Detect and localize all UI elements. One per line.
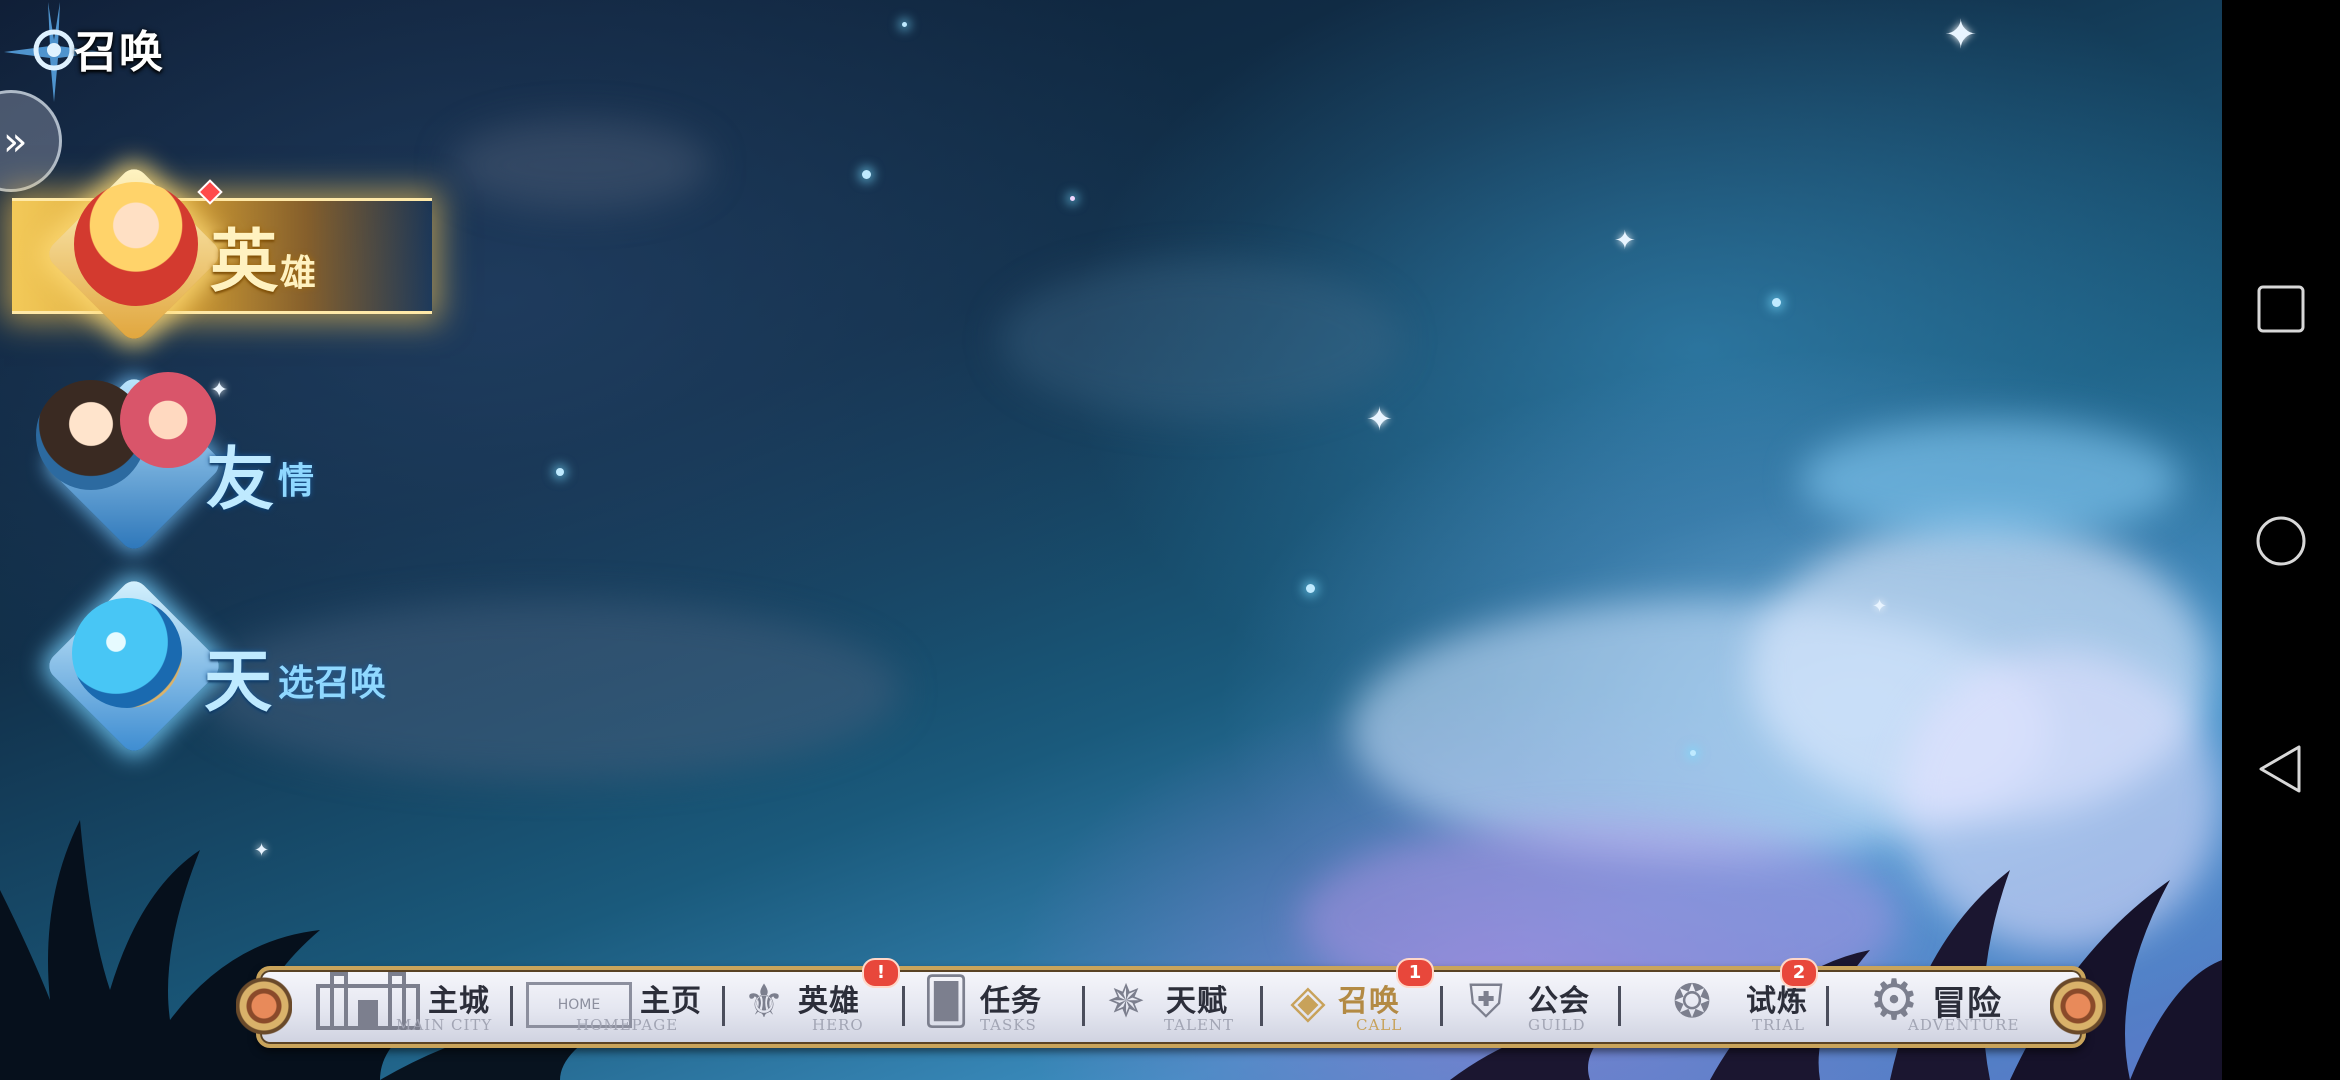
orb-portrait — [72, 598, 182, 708]
nav-label: 天赋 — [1166, 984, 1228, 1019]
nav-sublabel: TASKS — [980, 1016, 1037, 1034]
trial-crest-icon: ❂ — [1672, 974, 1712, 1028]
page-title: 召唤 — [74, 27, 164, 78]
summon-label-big: 友 — [206, 440, 275, 520]
nav-talent[interactable]: ✵ 天赋 TALENT — [1098, 958, 1258, 1054]
hero-portrait — [74, 182, 198, 306]
recent-apps-square-icon[interactable] — [2254, 282, 2308, 336]
nav-separator — [1618, 986, 1621, 1026]
nav-separator — [902, 986, 905, 1026]
nav-sublabel: HERO — [812, 1016, 864, 1034]
cloud — [1000, 260, 1400, 420]
nav-sublabel: MAIN CITY — [396, 1016, 493, 1034]
sparkle-icon: ✦ — [1872, 596, 1888, 617]
cloud — [1800, 420, 2180, 540]
notification-badge: ! — [862, 958, 900, 988]
summon-label-small: 选召唤 — [278, 662, 387, 704]
game-scene: ✦ ✦ ✦ ✦ ✦ ✦ — [0, 0, 2222, 1080]
nav-label: 主页 — [640, 984, 702, 1019]
nav-label: 公会 — [1528, 984, 1590, 1019]
right-ornament-icon — [2050, 968, 2106, 1044]
double-chevron-right-icon: » — [3, 119, 28, 165]
cards-icon: 🂠 — [922, 974, 970, 1028]
talent-star-icon: ✵ — [1106, 974, 1146, 1028]
star — [1306, 584, 1315, 593]
nav-guild[interactable]: ⛨ 公会 GUILD — [1458, 958, 1618, 1054]
nav-sublabel: CALL — [1356, 1016, 1403, 1034]
nav-sublabel: TALENT — [1164, 1016, 1235, 1034]
sparkle-icon: ✦ — [1614, 226, 1636, 256]
star — [902, 22, 907, 27]
nav-sublabel: ADVENTURE — [1908, 1016, 2020, 1034]
summon-label-big: 天 — [204, 642, 273, 722]
sparkle-icon: ✦ — [1366, 400, 1393, 438]
system-navigation-bar — [2222, 0, 2340, 1080]
call-diamond-icon: ◈ — [1290, 974, 1326, 1028]
nav-call[interactable]: ◈ 召唤 CALL 1 — [1280, 958, 1440, 1054]
star — [556, 468, 564, 476]
nav-adventure[interactable]: ⚙ 冒险 ADVENTURE — [1856, 958, 2046, 1054]
nav-separator — [722, 986, 725, 1026]
nav-label: 任务 — [980, 984, 1042, 1019]
nav-main-city[interactable]: 主城 MAIN CITY — [312, 958, 502, 1054]
nav-separator — [1082, 986, 1085, 1026]
sparkle-icon: ✦ — [210, 378, 229, 403]
nav-label: 英雄 — [798, 984, 860, 1019]
sparkle-icon: ✦ — [1944, 12, 1978, 58]
hero-emblem-icon: ⚜ — [743, 974, 785, 1028]
nav-separator — [1826, 986, 1829, 1026]
nav-separator — [510, 986, 513, 1026]
star — [862, 170, 871, 179]
home-circle-icon[interactable] — [2254, 514, 2308, 568]
nav-label: 召唤 — [1338, 984, 1400, 1019]
nav-hero[interactable]: ⚜ 英雄 HERO ! — [736, 958, 900, 1054]
nav-trial[interactable]: ❂ 试炼 TRIAL 2 — [1652, 958, 1832, 1054]
notification-badge: 2 — [1780, 958, 1818, 988]
star — [1070, 196, 1075, 201]
bottom-navigation: 主城 MAIN CITY HOME 主页 HOMEPAGE ⚜ 英雄 HERO … — [236, 958, 2106, 1054]
nav-tasks[interactable]: 🂠 任务 TASKS — [918, 958, 1078, 1054]
summon-label-small: 情 — [278, 460, 315, 502]
nav-homepage[interactable]: HOME 主页 HOMEPAGE — [526, 958, 716, 1054]
left-ornament-icon — [236, 968, 292, 1044]
cloud — [450, 120, 710, 210]
star — [1772, 298, 1781, 307]
nav-separator — [1440, 986, 1443, 1026]
nav-sublabel: GUILD — [1528, 1016, 1586, 1034]
summon-label-big: 英 — [210, 222, 279, 302]
nav-sublabel: HOMEPAGE — [576, 1016, 679, 1034]
guild-shield-icon: ⛨ — [1468, 974, 1504, 1028]
summon-label-small: 雄 — [280, 252, 317, 294]
notification-badge: 1 — [1396, 958, 1434, 988]
nav-sublabel: TRIAL — [1752, 1016, 1806, 1034]
friends-portrait — [120, 372, 216, 468]
nav-separator — [1260, 986, 1263, 1026]
nav-label: 主城 — [428, 984, 490, 1019]
back-triangle-icon[interactable] — [2254, 742, 2308, 796]
